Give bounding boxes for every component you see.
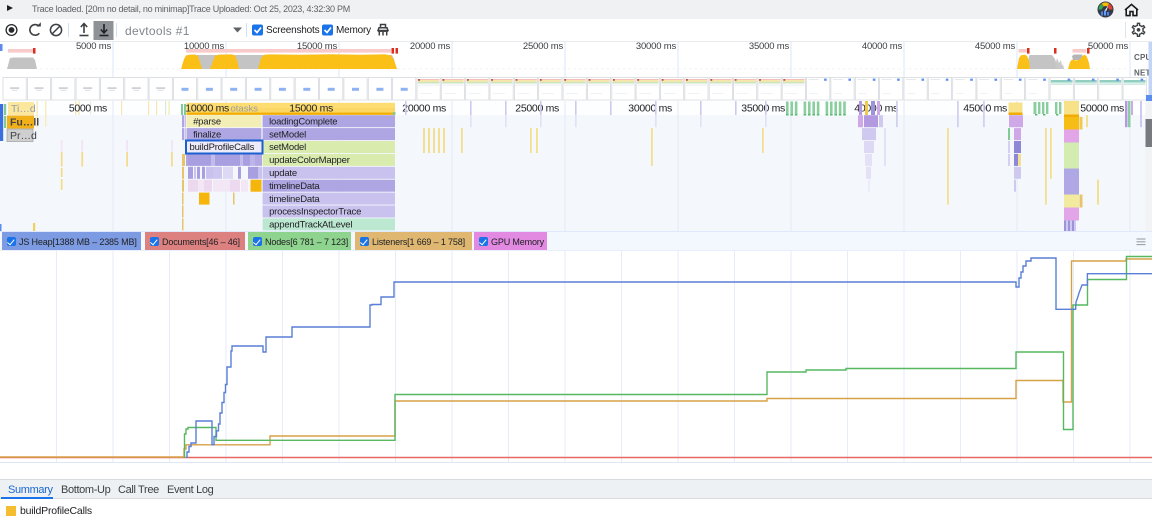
svg-text:30000 ms: 30000 ms	[628, 103, 672, 115]
svg-text:#parse: #parse	[193, 116, 221, 127]
svg-text:45000 ms: 45000 ms	[963, 103, 1007, 115]
svg-text:25000 ms: 25000 ms	[523, 42, 564, 52]
svg-text:5000 ms: 5000 ms	[76, 42, 111, 52]
svg-text:50000 ms: 50000 ms	[1080, 103, 1124, 115]
svg-text:Ti…d: Ti…d	[11, 103, 36, 115]
svg-text:setModel: setModel	[269, 142, 306, 153]
svg-text:30000 ms: 30000 ms	[636, 42, 677, 52]
svg-text:setModel: setModel	[269, 129, 306, 140]
svg-text:5000 ms: 5000 ms	[69, 103, 107, 115]
svg-text:timelineData: timelineData	[269, 194, 320, 205]
svg-text:35000 ms: 35000 ms	[749, 42, 790, 52]
svg-text:otasks: otasks	[231, 104, 259, 115]
svg-text:update: update	[269, 168, 297, 179]
svg-text:updateColorMapper: updateColorMapper	[269, 155, 350, 166]
svg-text:25000 ms: 25000 ms	[515, 103, 559, 115]
svg-text:processInspectorTrace: processInspectorTrace	[269, 207, 361, 218]
svg-text:45000 ms: 45000 ms	[975, 42, 1016, 52]
svg-text:Fu…ll: Fu…ll	[10, 117, 39, 129]
svg-text:35000 ms: 35000 ms	[741, 103, 785, 115]
svg-text:15000 ms: 15000 ms	[289, 103, 333, 115]
svg-text:appendTrackAtLevel: appendTrackAtLevel	[269, 220, 352, 231]
svg-text:finalize: finalize	[193, 129, 221, 140]
svg-text:10000 ms: 10000 ms	[185, 103, 229, 115]
svg-text:20000 ms: 20000 ms	[410, 42, 451, 52]
svg-text:Pr…d: Pr…d	[10, 130, 37, 142]
svg-text:20000 ms: 20000 ms	[402, 103, 446, 115]
svg-text:50000 ms: 50000 ms	[1088, 42, 1129, 52]
svg-text:NET: NET	[1134, 69, 1151, 78]
svg-text:loadingComplete: loadingComplete	[269, 116, 337, 127]
svg-text:timelineData: timelineData	[269, 181, 320, 192]
svg-text:40000 ms: 40000 ms	[862, 42, 903, 52]
svg-text:buildProfileCalls: buildProfileCalls	[190, 142, 255, 153]
